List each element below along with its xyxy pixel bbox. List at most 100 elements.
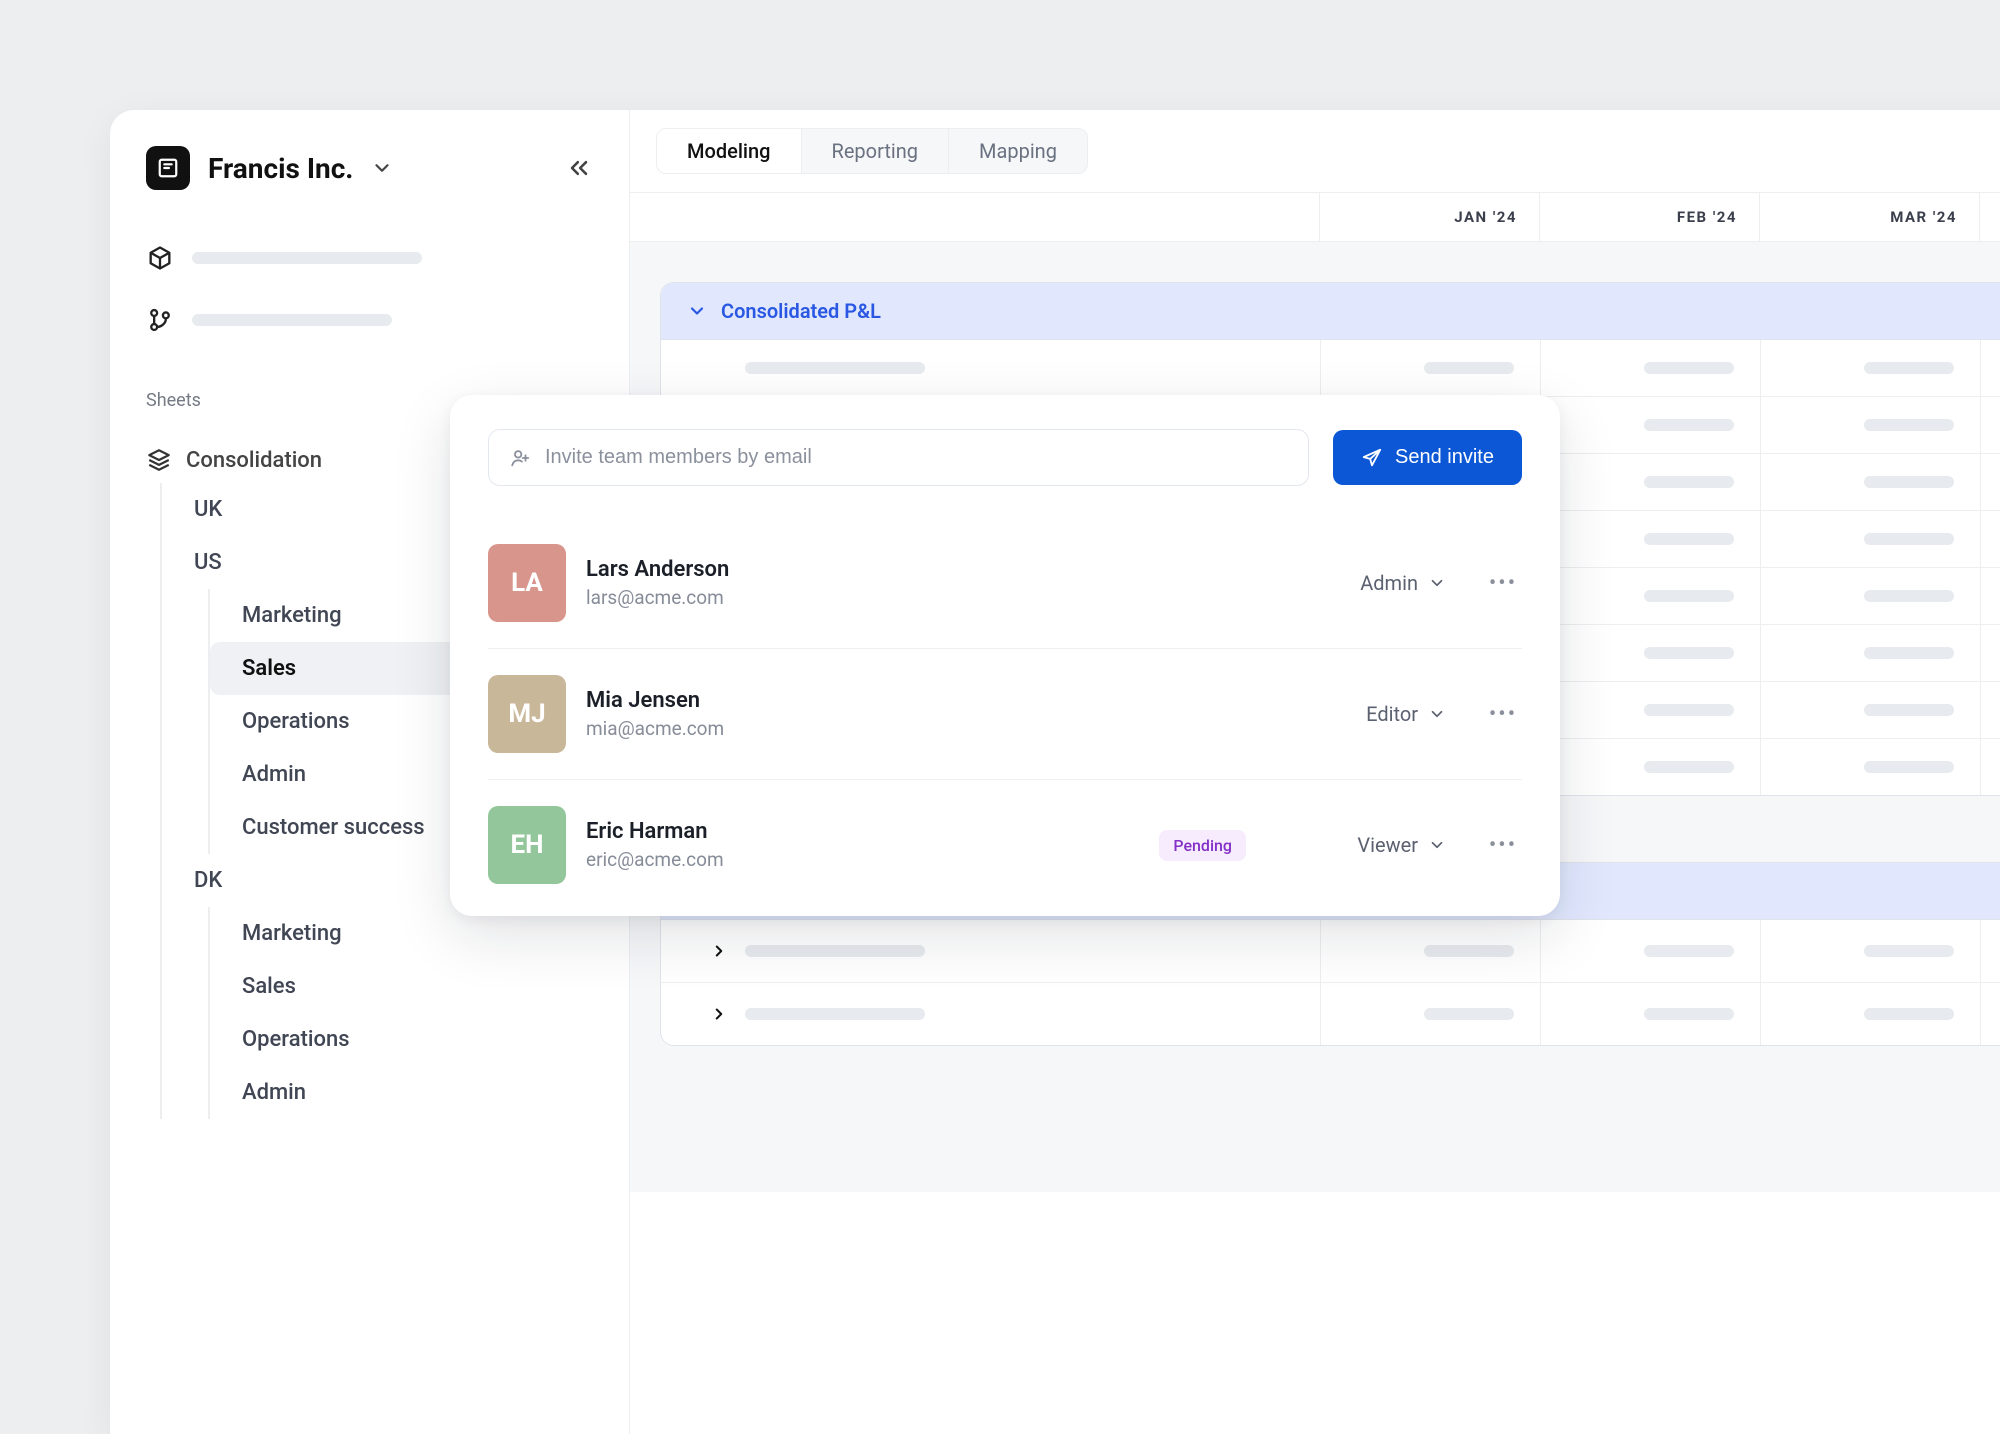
member-email: eric@acme.com xyxy=(586,848,724,871)
send-invite-label: Send invite xyxy=(1395,446,1494,469)
placeholder xyxy=(1864,704,1954,716)
placeholder xyxy=(1864,945,1954,957)
invite-email-input-wrapper[interactable] xyxy=(488,429,1309,486)
sheet-cell[interactable] xyxy=(1541,920,1761,982)
sheet-cell[interactable] xyxy=(1761,340,1981,396)
sheet-cell[interactable] xyxy=(1541,983,1761,1045)
chevron-right-icon[interactable] xyxy=(709,1005,729,1023)
sheet-cell[interactable] xyxy=(1761,511,1981,567)
send-icon xyxy=(1361,447,1383,469)
user-plus-icon xyxy=(509,447,531,469)
placeholder xyxy=(1644,362,1734,374)
pending-badge: Pending xyxy=(1159,830,1246,861)
member-row: LA Lars Anderson lars@acme.com Admin ••• xyxy=(488,518,1522,649)
more-actions-button[interactable]: ••• xyxy=(1484,833,1522,858)
avatar: LA xyxy=(488,544,566,622)
placeholder xyxy=(1644,590,1734,602)
placeholder xyxy=(1864,1008,1954,1020)
sheet-cell[interactable] xyxy=(1541,625,1761,681)
role-select[interactable]: Editor xyxy=(1296,702,1446,726)
stack-icon xyxy=(146,447,172,473)
avatar: EH xyxy=(488,806,566,884)
placeholder xyxy=(1864,533,1954,545)
sheet-cell[interactable] xyxy=(1321,983,1541,1045)
sheet-cell[interactable] xyxy=(1541,340,1761,396)
placeholder xyxy=(192,314,392,326)
sheet-cell[interactable] xyxy=(1761,397,1981,453)
sheet-cell[interactable] xyxy=(1761,568,1981,624)
org-logo xyxy=(146,146,190,190)
role-select[interactable]: Admin xyxy=(1296,571,1446,595)
sidebar-nav-item[interactable] xyxy=(146,236,593,280)
timeline-column: MAR '24 xyxy=(1760,193,1980,241)
sheet-cell[interactable] xyxy=(1761,739,1981,795)
chevron-down-icon xyxy=(1428,705,1446,723)
section-header[interactable]: Consolidated P&L xyxy=(661,283,2000,340)
placeholder xyxy=(1644,476,1734,488)
placeholder xyxy=(192,252,422,264)
sheet-row[interactable] xyxy=(661,983,2000,1045)
sheet-cell[interactable] xyxy=(1761,454,1981,510)
placeholder xyxy=(745,945,925,957)
role-select[interactable]: Viewer xyxy=(1296,833,1446,857)
placeholder xyxy=(1644,761,1734,773)
sheet-cell[interactable] xyxy=(1541,739,1761,795)
placeholder xyxy=(1644,647,1734,659)
timeline-header: JAN '24FEB '24MAR '24 xyxy=(630,193,2000,242)
placeholder xyxy=(1424,362,1514,374)
tree-root-label: Consolidation xyxy=(186,448,322,473)
sheet-cell[interactable] xyxy=(1761,920,1981,982)
org-switcher[interactable]: Francis Inc. xyxy=(146,146,593,190)
cube-icon xyxy=(146,244,174,272)
sheet-cell[interactable] xyxy=(1541,568,1761,624)
placeholder xyxy=(1644,1008,1734,1020)
role-label: Editor xyxy=(1366,702,1418,726)
org-name: Francis Inc. xyxy=(208,152,353,185)
chevron-down-icon xyxy=(1428,574,1446,592)
sheet-cell[interactable] xyxy=(1761,983,1981,1045)
role-label: Admin xyxy=(1360,571,1418,595)
placeholder xyxy=(1424,945,1514,957)
more-actions-button[interactable]: ••• xyxy=(1484,702,1522,727)
section-title: Consolidated P&L xyxy=(721,299,881,323)
chevron-down-icon xyxy=(1428,836,1446,854)
branch-icon xyxy=(146,306,174,334)
sheet-cell[interactable] xyxy=(1541,454,1761,510)
sheet-cell[interactable] xyxy=(1761,625,1981,681)
tab-modeling[interactable]: Modeling xyxy=(657,129,802,173)
sheet-cell[interactable] xyxy=(1541,511,1761,567)
collapse-sidebar-button[interactable] xyxy=(565,154,593,182)
sheet-cell[interactable] xyxy=(1761,682,1981,738)
member-info: Lars Anderson lars@acme.com xyxy=(586,557,729,609)
timeline-column: FEB '24 xyxy=(1540,193,1760,241)
placeholder xyxy=(1864,647,1954,659)
placeholder xyxy=(1864,590,1954,602)
placeholder xyxy=(1644,945,1734,957)
chevron-down-icon xyxy=(371,157,393,179)
tree-item-admin[interactable]: Admin xyxy=(210,1066,593,1119)
chevron-right-icon[interactable] xyxy=(709,942,729,960)
more-actions-button[interactable]: ••• xyxy=(1484,571,1522,596)
placeholder xyxy=(1644,704,1734,716)
send-invite-button[interactable]: Send invite xyxy=(1333,430,1522,485)
sheet-cell[interactable] xyxy=(1321,920,1541,982)
placeholder xyxy=(745,1008,925,1020)
tab-reporting[interactable]: Reporting xyxy=(802,129,950,173)
invite-email-input[interactable] xyxy=(545,446,1288,469)
sidebar-nav-item[interactable] xyxy=(146,298,593,342)
placeholder xyxy=(1424,1008,1514,1020)
sheet-cell[interactable] xyxy=(1321,340,1541,396)
tab-mapping[interactable]: Mapping xyxy=(949,129,1087,173)
placeholder xyxy=(1864,476,1954,488)
sheet-row[interactable] xyxy=(661,920,2000,983)
tree-item-operations[interactable]: Operations xyxy=(210,1013,593,1066)
placeholder xyxy=(1864,419,1954,431)
invite-dialog: Send invite LA Lars Anderson lars@acme.c… xyxy=(450,395,1560,916)
timeline-column: JAN '24 xyxy=(1320,193,1540,241)
member-info: Mia Jensen mia@acme.com xyxy=(586,688,724,740)
sheet-row[interactable] xyxy=(661,340,2000,397)
sheet-cell[interactable] xyxy=(1541,682,1761,738)
tree-item-sales[interactable]: Sales xyxy=(210,960,593,1013)
member-name: Eric Harman xyxy=(586,819,724,844)
sheet-cell[interactable] xyxy=(1541,397,1761,453)
